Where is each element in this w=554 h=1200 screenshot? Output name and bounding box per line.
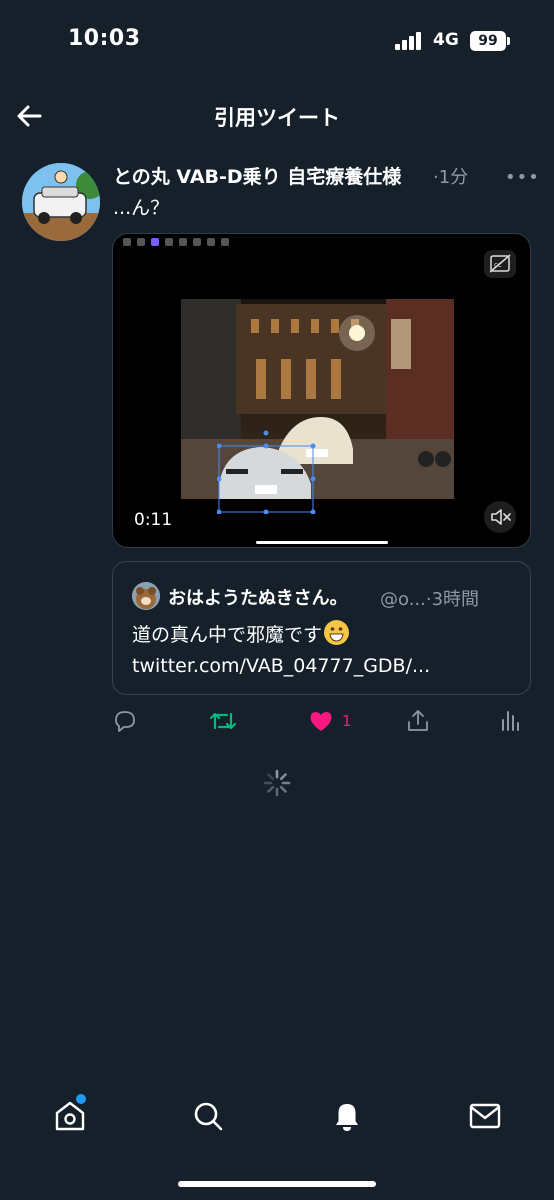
bell-icon[interactable] [329, 1098, 365, 1134]
signal-icon [395, 32, 423, 50]
retweet-button[interactable] [209, 707, 237, 735]
tweet-time: ·1分 [433, 167, 469, 188]
search-icon[interactable] [190, 1098, 226, 1134]
tweet-text: ...ん？ [113, 197, 170, 219]
avatar[interactable] [22, 163, 100, 241]
battery-tip [507, 37, 510, 45]
quoted-avatar [132, 582, 160, 610]
quoted-text-part: 道の真ん中で邪魔です [132, 624, 323, 646]
network-type: 4G [433, 30, 459, 50]
like-count: 1 [342, 712, 352, 730]
more-icon[interactable]: ••• [505, 167, 540, 188]
grinning-face-icon [324, 620, 350, 645]
author-name[interactable]: との丸 VAB-D乗り 自宅療養仕様 [113, 162, 401, 189]
selection-box [217, 430, 316, 514]
page-title: 引用ツイート [214, 106, 340, 130]
analytics-button[interactable] [498, 707, 522, 735]
analytics-icon [502, 711, 519, 731]
quoted-link-text[interactable]: twitter.com/VAB_04777_GDB/... [132, 655, 430, 677]
share-icon [408, 710, 428, 731]
editor-toolbar [123, 236, 229, 248]
quoted-tweet-card[interactable]: おはようたぬきさん。 @o...·3時間 道の真ん中で邪魔です twitter.… [112, 561, 531, 695]
status-time: 10:03 [68, 26, 141, 51]
mute-icon[interactable] [484, 501, 516, 533]
notification-dot [76, 1094, 86, 1104]
quoted-author-name: おはようたぬきさん。 [168, 588, 348, 609]
battery-icon: 99 [470, 31, 506, 51]
home-indicator[interactable] [178, 1181, 376, 1187]
reply-icon [115, 711, 135, 732]
cc-icon[interactable]: cc [484, 250, 516, 278]
like-button[interactable]: 1 [308, 707, 352, 735]
video-player[interactable]: cc [112, 233, 531, 548]
retweet-icon [209, 712, 237, 730]
spinner-icon [263, 769, 291, 797]
share-button[interactable] [405, 707, 431, 735]
video-duration: 0:11 [127, 507, 180, 533]
heart-icon [310, 712, 332, 731]
mail-icon[interactable] [467, 1098, 503, 1134]
quoted-handle-time: @o...·3時間 [380, 589, 480, 610]
video-scrub-bar[interactable] [256, 541, 388, 544]
reply-button[interactable] [112, 707, 138, 735]
quoted-tweet-text: 道の真ん中で邪魔です twitter.com/VAB_04777_GDB/... [132, 620, 522, 682]
